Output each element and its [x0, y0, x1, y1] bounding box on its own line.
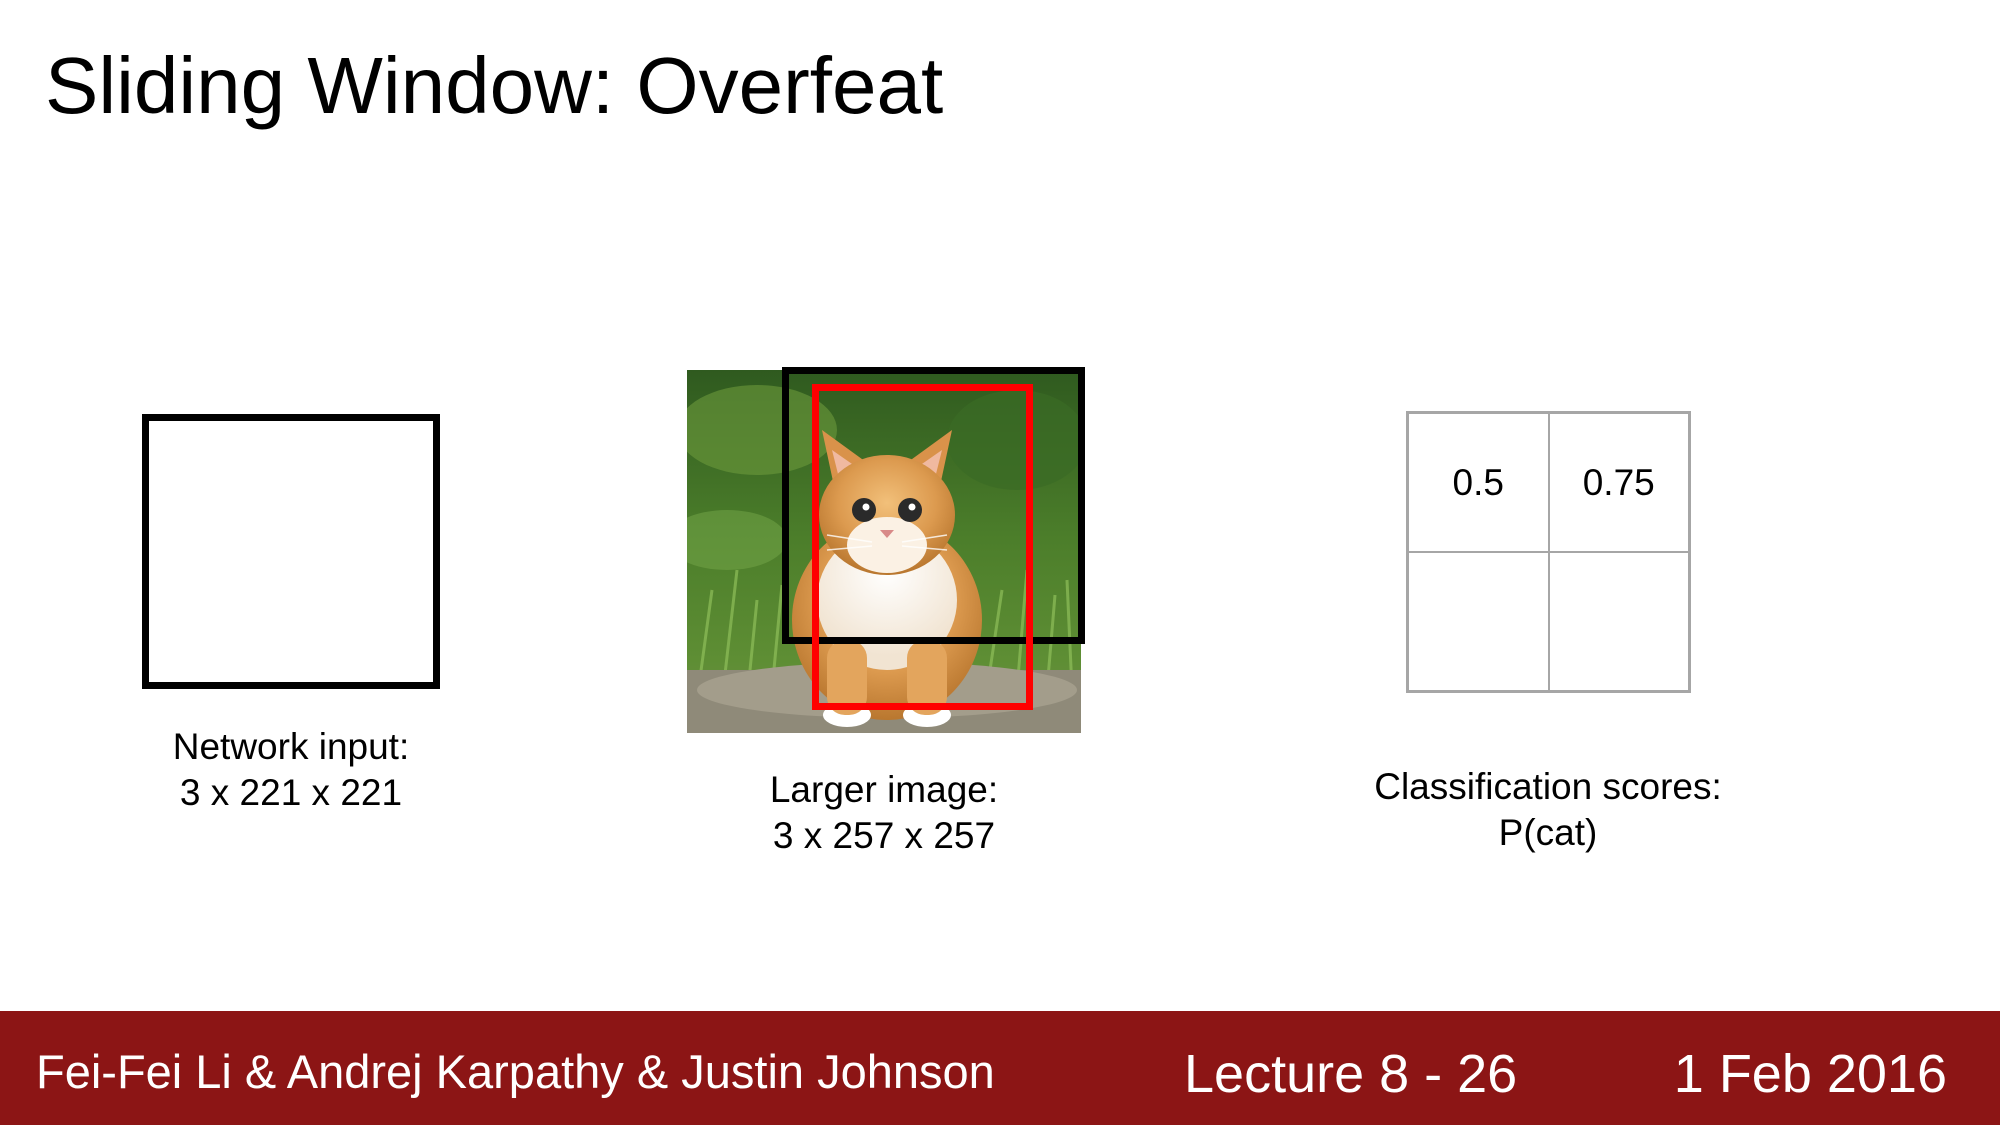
score-cell-bottom-left: [1408, 552, 1549, 691]
footer-date: 1 Feb 2016: [1673, 1044, 1947, 1104]
larger-image-caption-line1: Larger image:: [769, 769, 999, 810]
slide-title: Sliding Window: Overfeat: [45, 41, 944, 130]
network-input-box: [142, 414, 440, 689]
classification-score-grid: 0.5 0.75: [1406, 411, 1691, 693]
footer-authors: Fei-Fei Li & Andrej Karpathy & Justin Jo…: [36, 1045, 995, 1098]
score-cell-top-right: 0.75: [1548, 413, 1689, 552]
network-input-caption-line2: 3 x 221 x 221: [179, 772, 403, 813]
score-cell-bottom-right: [1548, 552, 1689, 691]
score-cell-top-left: 0.5: [1408, 413, 1549, 552]
larger-image-caption: Larger image: 3 x 257 x 257: [734, 767, 1034, 859]
larger-image-caption-line2: 3 x 257 x 257: [772, 815, 996, 856]
classification-caption: Classification scores: P(cat): [1348, 764, 1748, 856]
classification-caption-line2: P(cat): [1498, 812, 1598, 853]
classification-caption-line1: Classification scores:: [1374, 766, 1722, 807]
sliding-window-previous: [812, 384, 1033, 710]
network-input-caption-line1: Network input:: [172, 726, 410, 767]
footer-lecture-number: Lecture 8 - 26: [1184, 1044, 1518, 1104]
slide-footer: Fei-Fei Li & Andrej Karpathy & Justin Jo…: [0, 1011, 2000, 1125]
network-input-caption: Network input: 3 x 221 x 221: [141, 724, 441, 816]
